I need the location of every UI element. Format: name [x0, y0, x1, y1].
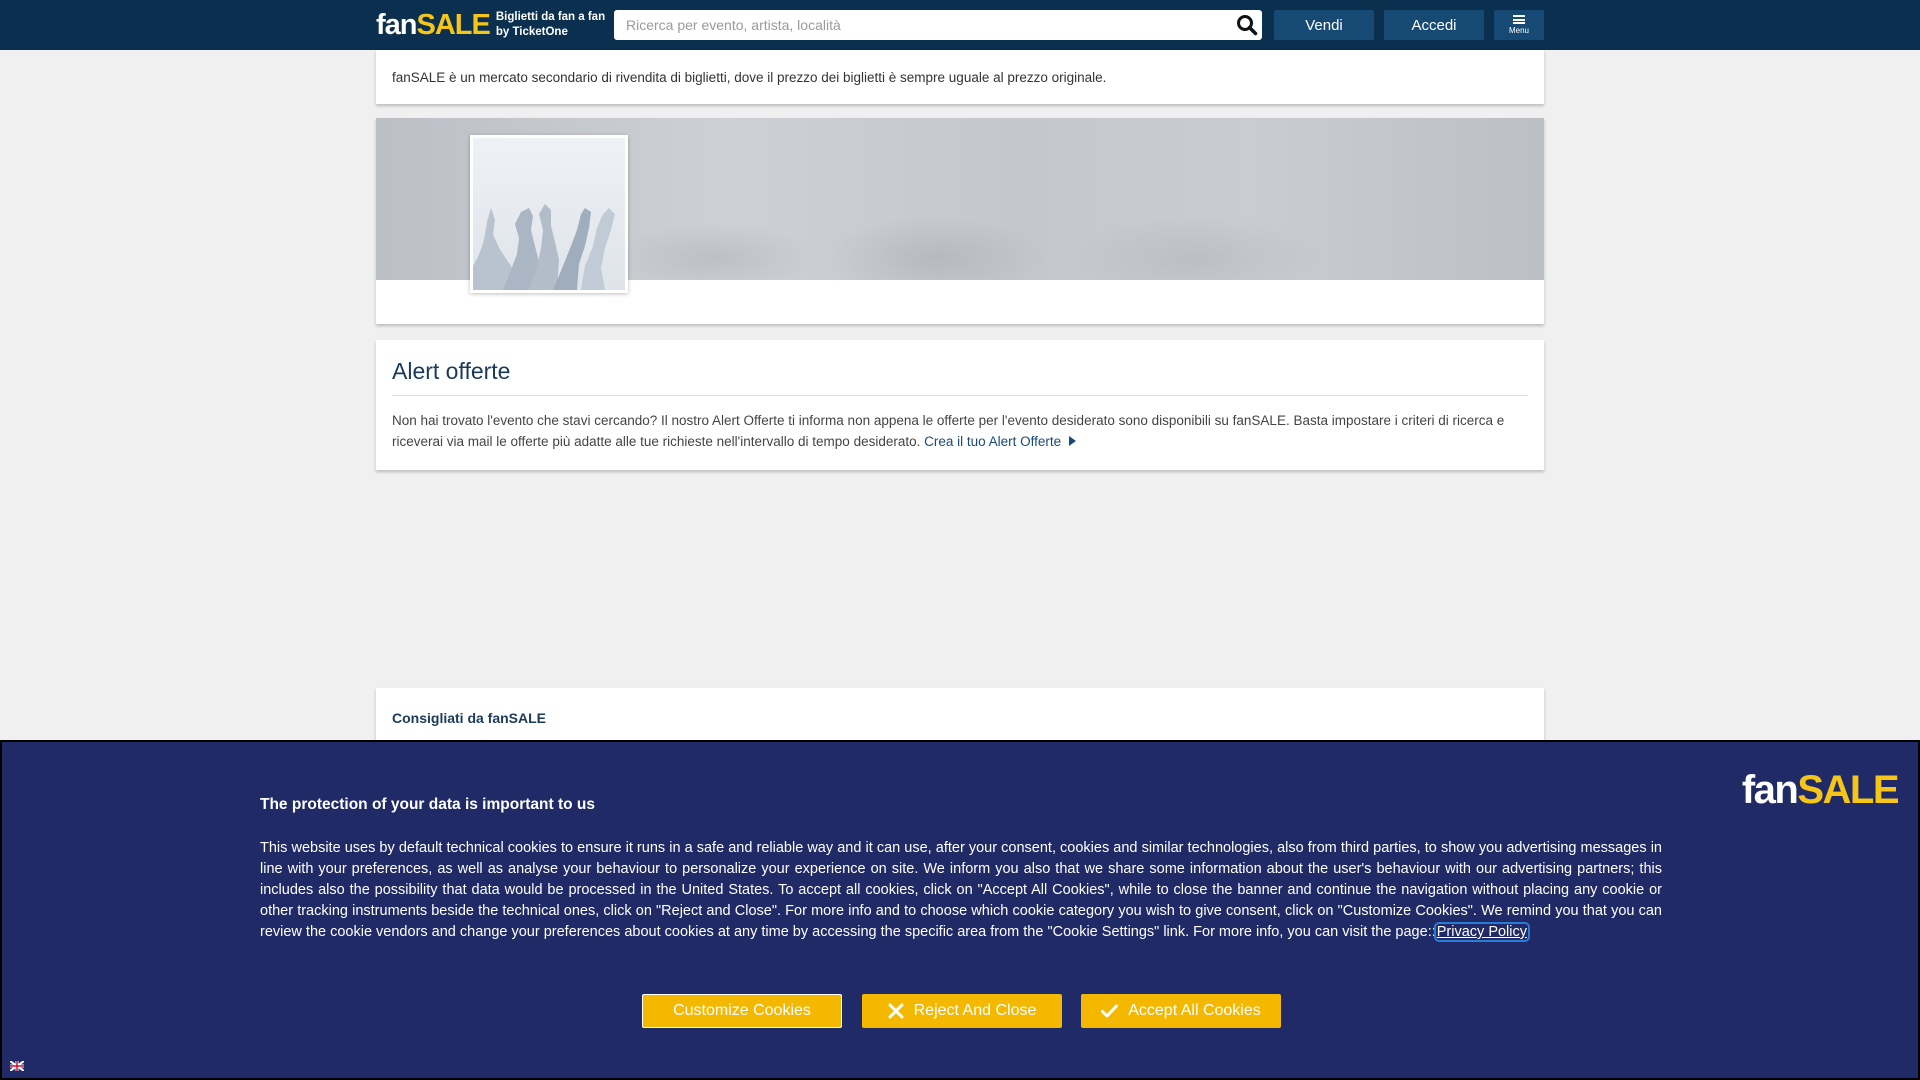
search-box	[614, 10, 1262, 40]
menu-button[interactable]: Menu	[1494, 10, 1544, 40]
login-button[interactable]: Accedi	[1384, 10, 1484, 40]
alert-offers-card: Alert offerte Non hai trovato l'evento c…	[376, 340, 1544, 470]
tagline-line-2: by TicketOne	[495, 26, 568, 38]
alert-offers-description: Non hai trovato l'evento che stavi cerca…	[392, 410, 1528, 452]
recommended-title: Consigliati da fanSALE	[392, 710, 547, 726]
info-text: fanSALE è un mercato secondario di riven…	[392, 70, 1107, 85]
customize-cookies-button[interactable]: Customize Cookies	[642, 994, 842, 1028]
cookie-banner-title: The protection of your data is important…	[260, 796, 595, 813]
logo-tagline: Biglietti da fan a fan by TicketOne	[496, 10, 605, 40]
arrow-right-icon	[1069, 436, 1077, 446]
header-container: fanSALE Biglietti da fan a fan by Ticket…	[376, 0, 1544, 50]
sell-button[interactable]: Vendi	[1274, 10, 1374, 40]
menu-label: Menu	[1508, 26, 1529, 35]
crowd-hands-icon	[473, 138, 625, 290]
accept-all-cookies-button[interactable]: Accept All Cookies	[1081, 994, 1281, 1028]
search-input[interactable]	[614, 11, 1232, 39]
uk-flag-icon[interactable]	[9, 1058, 25, 1072]
create-alert-link[interactable]: Crea il tuo Alert Offerte	[924, 434, 1077, 449]
top-header: fanSALE Biglietti da fan a fan by Ticket…	[0, 0, 1920, 50]
hamburger-icon	[1513, 15, 1525, 24]
checkmark-icon	[1101, 1004, 1119, 1018]
tagline-line-1: Biglietti da fan a fan	[495, 11, 606, 23]
close-x-icon	[888, 1003, 904, 1019]
logo-wordmark: fanSALE	[376, 8, 491, 41]
fansale-logo[interactable]: fanSALE Biglietti da fan a fan by Ticket…	[376, 10, 605, 40]
info-card: fanSALE è un mercato secondario di riven…	[376, 50, 1544, 104]
event-placeholder-image	[470, 135, 628, 293]
search-icon[interactable]	[1232, 10, 1262, 40]
alert-offers-title: Alert offerte	[392, 358, 1528, 396]
cookie-banner-text: This website uses by default technical c…	[260, 838, 1662, 943]
privacy-policy-link[interactable]: Privacy Policy	[1433, 922, 1531, 942]
cookie-banner-logo: fanSALE	[1741, 768, 1900, 812]
cookie-consent-banner: fanSALE The protection of your data is i…	[0, 740, 1920, 1080]
event-hero-card	[376, 118, 1544, 324]
reject-and-close-button[interactable]: Reject And Close	[862, 994, 1062, 1028]
